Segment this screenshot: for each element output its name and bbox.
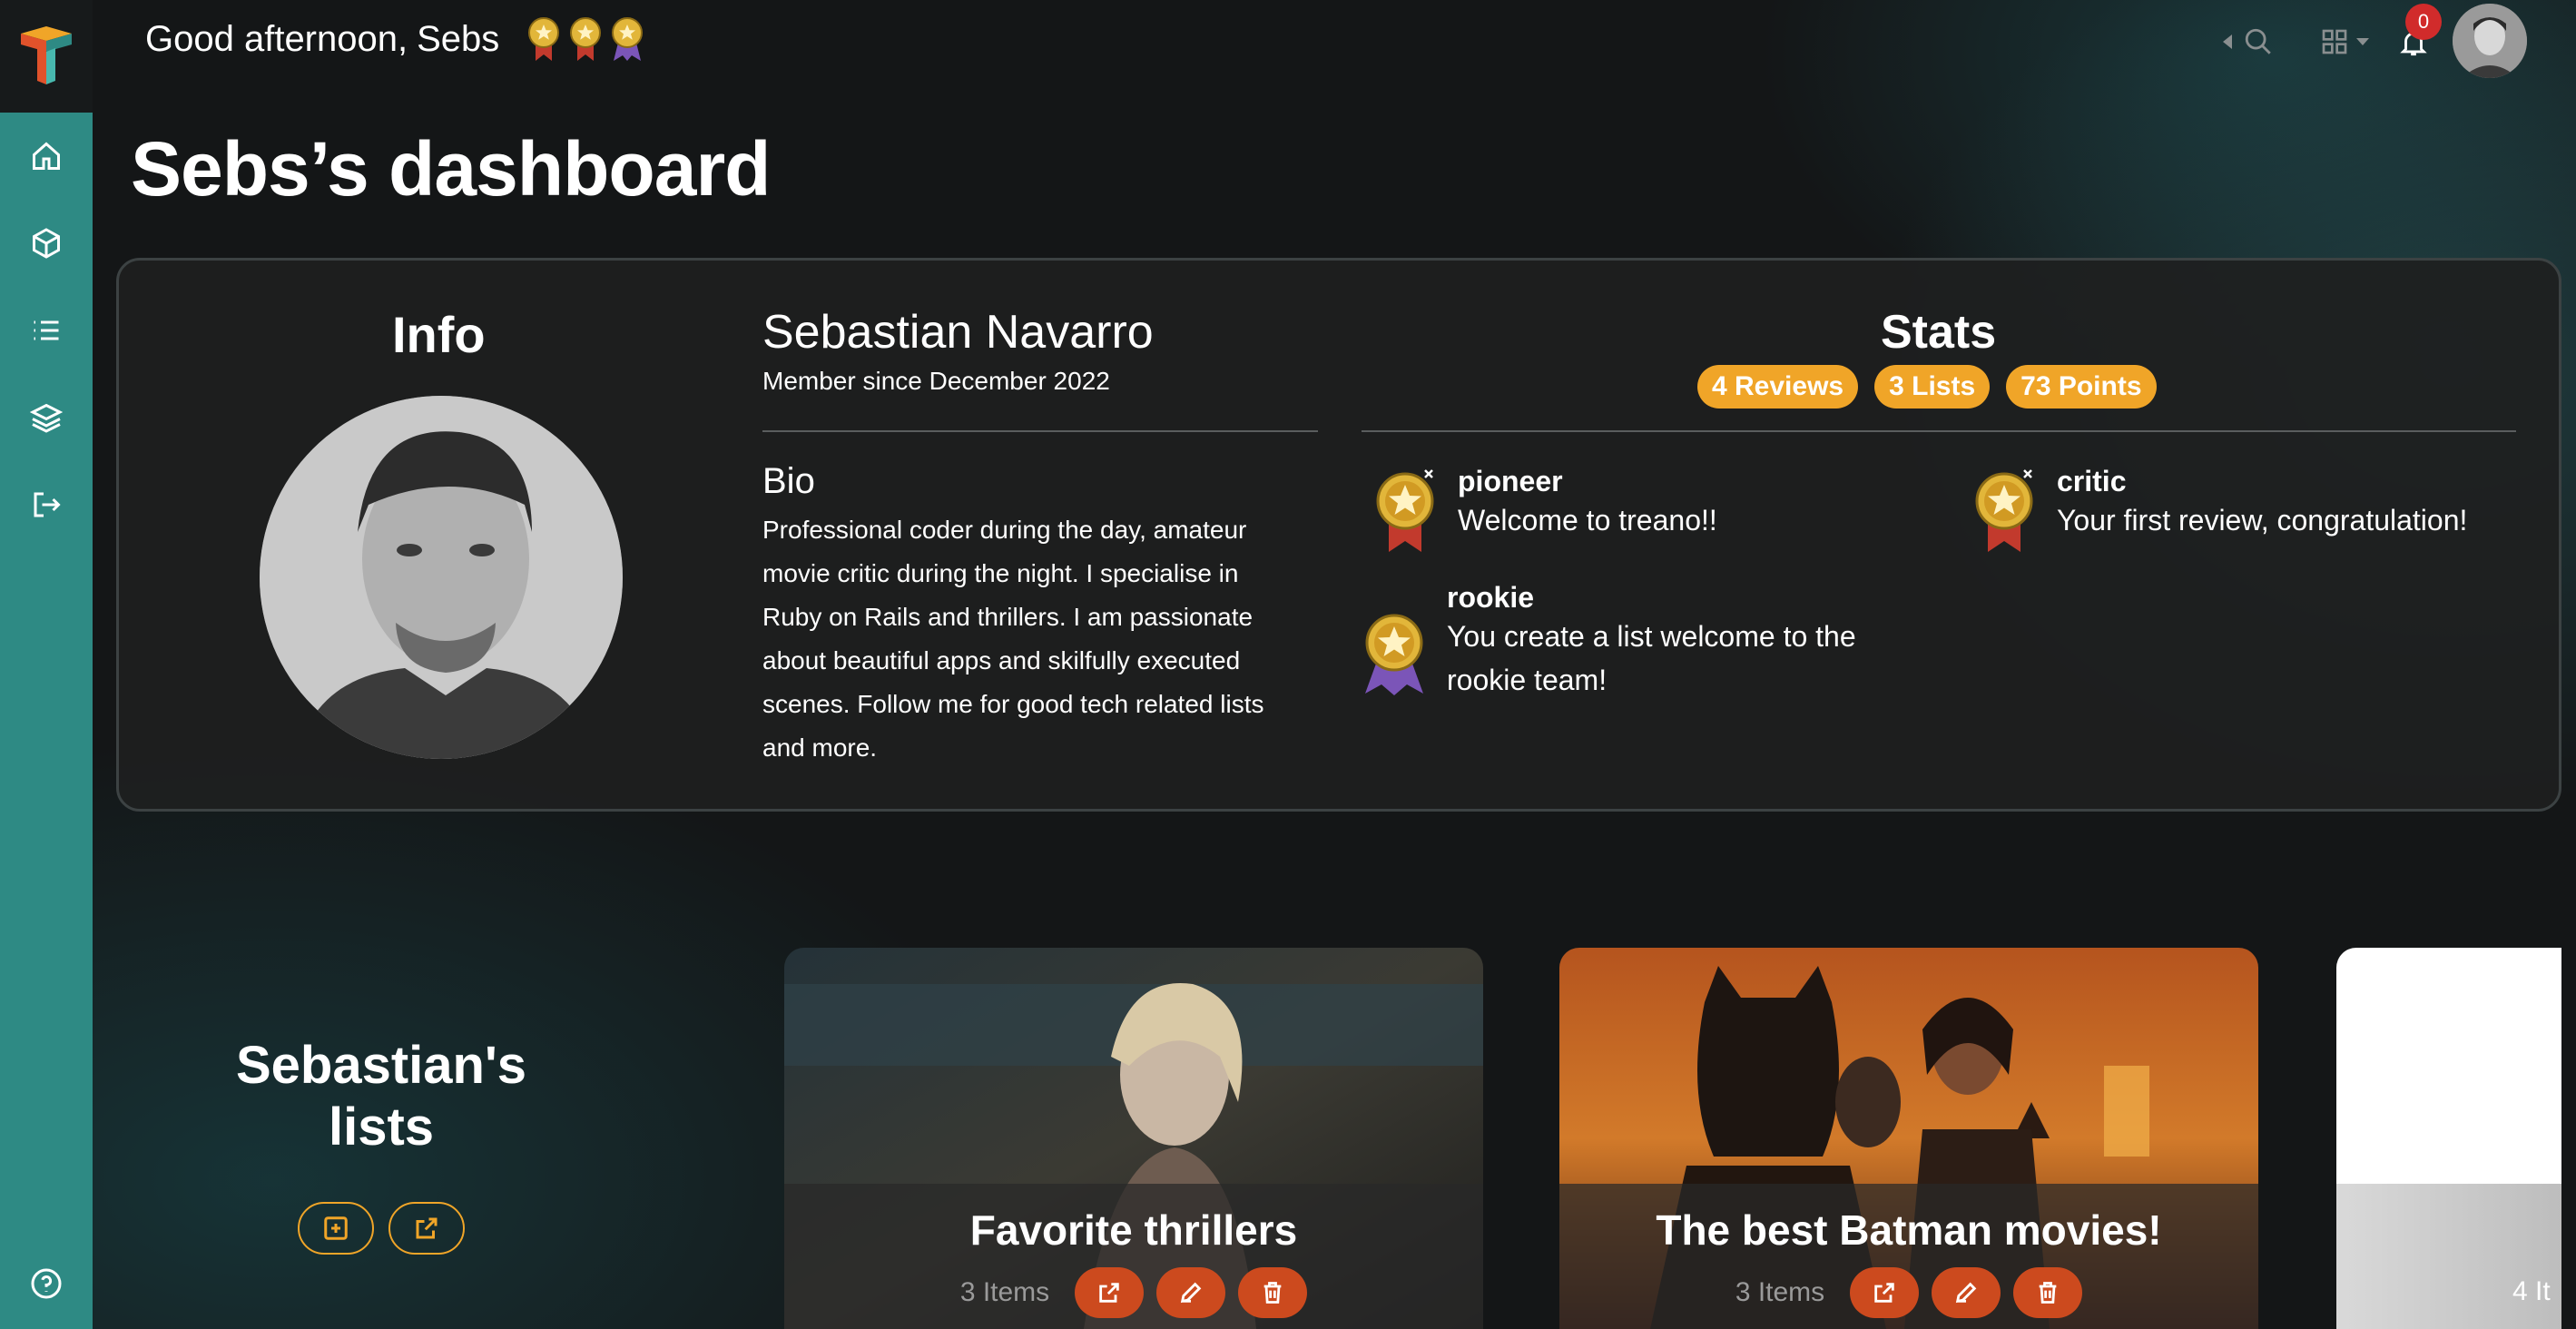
- list-card-title: Favorite thrillers: [969, 1206, 1298, 1254]
- page-title: Sebs’s dashboard: [131, 126, 771, 212]
- badge-rookie: rookie You create a list welcome to the …: [1358, 581, 1856, 702]
- reviews-pill: 4 Reviews: [1697, 365, 1859, 409]
- medal-icon: [612, 17, 644, 61]
- badge-description: Welcome to treano!!: [1458, 504, 1717, 537]
- treano-logo-icon: [21, 26, 72, 84]
- list-card-title: The best Batman movies!: [1656, 1206, 2162, 1254]
- edit-list-button[interactable]: [1932, 1267, 2001, 1318]
- external-link-icon: [1099, 1283, 1119, 1303]
- lists-heading: Sebastian's lists: [227, 1035, 536, 1158]
- greeting-username: Sebs: [417, 18, 500, 59]
- points-pill: 73 Points: [2006, 365, 2157, 409]
- badge-description: You create a list welcome to the: [1447, 620, 1856, 653]
- lists-pill: 3 Lists: [1874, 365, 1991, 409]
- app-logo[interactable]: [0, 0, 93, 113]
- open-lists-button[interactable]: [388, 1202, 465, 1255]
- badge-description: rookie team!: [1447, 664, 1608, 696]
- profile-photo: [260, 396, 623, 759]
- grid-icon: [2322, 29, 2347, 54]
- badge-title: pioneer: [1458, 465, 1563, 497]
- external-link-icon: [416, 1217, 438, 1239]
- user-avatar[interactable]: [2453, 4, 2527, 78]
- external-link-icon: [1874, 1283, 1894, 1303]
- bio-line: movie critic during the night. I special…: [762, 559, 1239, 587]
- profile-photo-image: [260, 396, 623, 759]
- medal-icon: [1365, 614, 1423, 695]
- open-list-button[interactable]: [1850, 1267, 1920, 1318]
- bio-line: and more.: [762, 733, 878, 762]
- bio-text: Professional coder during the day, amate…: [762, 508, 1316, 770]
- list-item-count: 3 Items: [959, 1277, 1050, 1307]
- list-item-count: 3 Items: [1735, 1277, 1825, 1307]
- greeting-medals: [526, 15, 644, 63]
- caret-left-icon: [2223, 34, 2232, 49]
- full-name: Sebastian Navarro: [762, 306, 1154, 359]
- avatar-photo: [2453, 4, 2527, 78]
- list-card[interactable]: The best Batman movies! 3 Items: [1559, 948, 2258, 1329]
- caret-down-icon: [2356, 38, 2369, 45]
- bio-line: scenes. Follow me for good tech related …: [762, 690, 1264, 718]
- help-icon[interactable]: [25, 1262, 68, 1305]
- stat-pills: 4 Reviews 3 Lists 73 Points: [1697, 365, 2157, 409]
- list-icon[interactable]: [25, 309, 68, 352]
- badge-description: Your first review, congratulation!: [2057, 504, 2468, 537]
- list-card-actions: 3 Items: [1559, 1267, 2258, 1318]
- logout-icon[interactable]: [25, 483, 68, 527]
- sidebar: [0, 0, 93, 1329]
- cube-icon[interactable]: [25, 222, 68, 265]
- medal-icon: [1975, 469, 2033, 552]
- bio-heading: Bio: [762, 461, 815, 501]
- pencil-icon: [1956, 1282, 1977, 1304]
- list-item-count: 4 It: [2512, 1276, 2551, 1306]
- member-since: Member since December 2022: [762, 367, 1110, 395]
- apps-menu[interactable]: [2320, 24, 2384, 60]
- list-card[interactable]: 4 It: [2336, 948, 2561, 1329]
- greeting: Good afternoon, Sebs: [145, 16, 644, 62]
- layers-icon[interactable]: [25, 396, 68, 439]
- bio-line: Ruby on Rails and thrillers. I am passio…: [762, 603, 1254, 631]
- medal-icon: [528, 17, 560, 61]
- search-toggle[interactable]: [2221, 24, 2285, 60]
- pencil-icon: [1181, 1282, 1202, 1304]
- list-card-actions: 3 Items: [784, 1267, 1483, 1318]
- badge-title: rookie: [1447, 581, 1535, 614]
- add-list-button[interactable]: [298, 1202, 374, 1255]
- open-list-button[interactable]: [1075, 1267, 1145, 1318]
- bio-line: Professional coder during the day, amate…: [762, 516, 1247, 544]
- divider: [1362, 430, 2516, 432]
- divider: [762, 430, 1318, 432]
- info-heading: Info: [392, 306, 486, 363]
- notification-count-badge: 0: [2405, 4, 2442, 40]
- trash-icon: [1263, 1282, 1282, 1304]
- greeting-text: Good afternoon,: [145, 18, 408, 59]
- trash-icon: [2039, 1282, 2057, 1304]
- medal-icon: [570, 17, 602, 61]
- badge-pioneer: pioneer Welcome to treano!!: [1369, 465, 1717, 556]
- badge-title: critic: [2057, 465, 2127, 497]
- bio-line: about beautiful apps and skilfully execu…: [762, 646, 1241, 674]
- stats-heading: Stats: [1881, 306, 1997, 359]
- lists-heading-line: Sebastian's: [235, 1036, 527, 1095]
- medal-icon: [1376, 469, 1434, 552]
- search-icon: [2245, 28, 2271, 54]
- badge-critic: critic Your first review, congratulation…: [1968, 465, 2467, 556]
- home-icon[interactable]: [25, 134, 68, 178]
- list-card[interactable]: Favorite thrillers 3 Items: [784, 948, 1483, 1329]
- add-square-icon: [324, 1216, 348, 1240]
- lists-heading-line: lists: [328, 1098, 435, 1157]
- delete-list-button[interactable]: [1238, 1267, 1308, 1318]
- edit-list-button[interactable]: [1156, 1267, 1226, 1318]
- list-card-footer: [2336, 1184, 2561, 1329]
- delete-list-button[interactable]: [2013, 1267, 2083, 1318]
